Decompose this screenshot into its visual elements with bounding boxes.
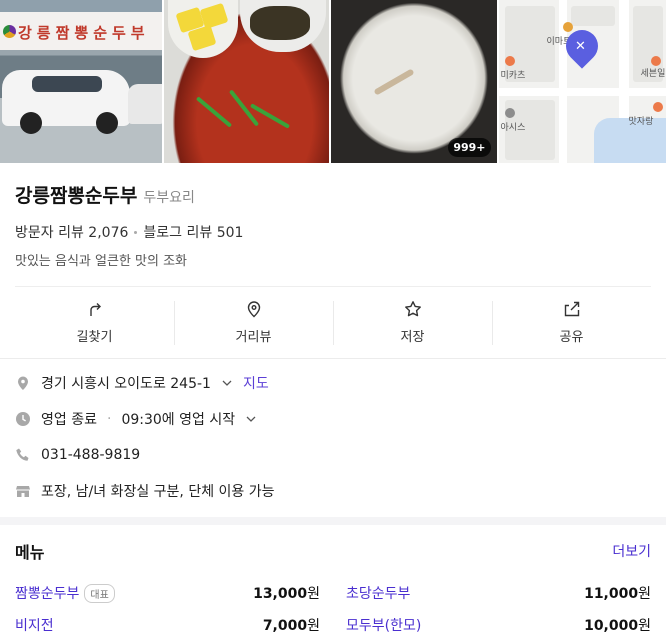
amenities-text: 포장, 남/녀 화장실 구분, 단체 이용 가능 — [41, 484, 275, 500]
store-sign-text: 강릉짬뽕순두부 — [18, 24, 150, 42]
place-name: 강릉짬뽕순두부 — [15, 185, 138, 207]
menu-item-price: 13,000원 — [253, 586, 320, 602]
map-thumbnail[interactable]: 이마트 미카츠 세븐일 아시스 맛자랑 ✕ — [498, 0, 666, 163]
menu-item-name: 비지전 — [15, 618, 54, 632]
phone-number[interactable]: 031-488-9819 — [41, 447, 140, 463]
map-label: 세븐일 — [640, 69, 666, 79]
action-bar: 길찾기 거리뷰 저장 공유 — [15, 286, 651, 358]
place-description: 맛있는 음식과 얼큰한 맛의 조화 — [15, 254, 188, 269]
hours-next: 09:30에 영업 시작 — [121, 412, 236, 428]
white-car-2 — [128, 84, 162, 124]
place-info: 강릉짬뽕순두부 두부요리 방문자 리뷰 2,076 블로그 리뷰 501 맛있는… — [0, 163, 666, 269]
menu-more-link[interactable]: 더보기 — [612, 541, 651, 561]
photo-gallery: 강릉짬뽕순두부 999+ 이마트 미카츠 세븐일 아시스 맛자랑 ✕ — [0, 0, 666, 163]
side-dish — [239, 0, 326, 52]
clock-icon — [15, 411, 31, 427]
save-button[interactable]: 저장 — [333, 287, 492, 358]
place-category: 두부요리 — [143, 190, 195, 206]
hours-status: 영업 종료 — [41, 412, 97, 428]
menu-item[interactable]: 비지전 7,000원 — [15, 609, 320, 632]
pickled-radish-dish — [167, 0, 238, 58]
share-icon — [564, 301, 579, 317]
menu-item-price: 11,000원 — [584, 586, 651, 602]
street-view-label: 거리뷰 — [235, 330, 272, 345]
chevron-down-icon[interactable] — [245, 413, 257, 425]
location-pin-icon — [247, 301, 260, 318]
hours-row: 영업 종료 · 09:30에 영업 시작 — [15, 401, 651, 437]
store-logo-icon — [3, 25, 16, 38]
map-label: 미카츠 — [500, 71, 526, 81]
car-wheel — [20, 112, 42, 134]
address-text: 경기 시흥시 오이도로 245-1 — [41, 376, 211, 392]
directions-button[interactable]: 길찾기 — [15, 287, 174, 358]
photo-count-badge: 999+ — [448, 138, 491, 157]
menu-item[interactable]: 초당순두부 11,000원 — [346, 577, 651, 609]
street-view-button[interactable]: 거리뷰 — [174, 287, 333, 358]
storefront-photo[interactable]: 강릉짬뽕순두부 — [0, 0, 162, 163]
menu-item[interactable]: 모두부(한모) 10,000원 — [346, 609, 651, 632]
blog-review-count[interactable]: 블로그 리뷰 501 — [143, 222, 243, 242]
directions-icon — [89, 303, 101, 316]
amenities-row: 포장, 남/녀 화장실 구분, 단체 이용 가능 — [15, 473, 651, 509]
phone-icon — [15, 447, 31, 463]
map-label: 맛자랑 — [628, 117, 654, 127]
phone-row: 031-488-9819 — [15, 437, 651, 473]
car-wheel — [96, 112, 118, 134]
menu-item-price: 7,000원 — [262, 618, 320, 632]
menu-item-price: 10,000원 — [584, 618, 651, 632]
visitor-review-count[interactable]: 방문자 리뷰 2,076 — [15, 222, 128, 242]
share-label: 공유 — [559, 330, 584, 345]
map-link[interactable]: 지도 — [243, 373, 269, 393]
menu-title: 메뉴 — [15, 543, 45, 562]
menu-item-name: 모두부(한모) — [346, 618, 422, 632]
store-icon — [15, 483, 31, 499]
food-photo-tofu[interactable]: 999+ — [331, 0, 497, 163]
menu-item-name: 짬뽕순두부 — [15, 586, 80, 602]
map-label: 아시스 — [500, 123, 526, 133]
menu-item[interactable]: 짬뽕순두부 대표 13,000원 — [15, 577, 320, 609]
address-row: 경기 시흥시 오이도로 245-1 지도 — [15, 365, 651, 401]
chevron-down-icon[interactable] — [221, 377, 233, 389]
save-label: 저장 — [400, 330, 425, 345]
place-details: 경기 시흥시 오이도로 245-1 지도 영업 종료 · 09:30에 영업 시… — [0, 359, 666, 517]
star-icon — [404, 301, 421, 317]
store-sign: 강릉짬뽕순두부 — [0, 12, 162, 50]
ladle — [373, 68, 415, 96]
food-photo-jjamppong[interactable] — [163, 0, 330, 163]
location-icon — [15, 375, 31, 391]
directions-label: 길찾기 — [76, 330, 113, 345]
menu-section: 메뉴 더보기 짬뽕순두부 대표 13,000원 초당순두부 11,000원 비지전… — [0, 525, 666, 632]
menu-item-name: 초당순두부 — [346, 586, 411, 602]
signature-badge: 대표 — [84, 583, 115, 603]
share-button[interactable]: 공유 — [492, 287, 651, 358]
